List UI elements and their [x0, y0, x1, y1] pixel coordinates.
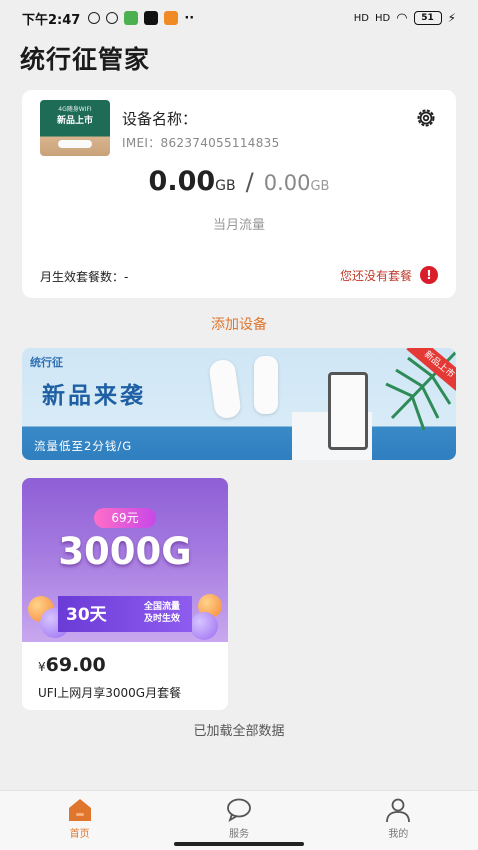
product-image: 69元 3000G 30天 全国流量 及时生效 [22, 478, 228, 642]
imei-value: 862374055114835 [160, 136, 280, 150]
dongle-image [208, 358, 242, 420]
charging-icon: ⚡ [447, 11, 456, 25]
thumb-line1: 4G随身WIFI [58, 106, 92, 113]
tab-service-label: 服务 [228, 829, 249, 840]
product-name: UFI上网月享3000G月套餐 [38, 686, 182, 700]
used-unit: GB [215, 178, 236, 194]
mute-icon [88, 12, 101, 24]
battery-icon: 51 [413, 11, 442, 25]
banner-logo: 统行征 [30, 356, 63, 369]
status-right: HD HD ◠ 51 ⚡ [354, 11, 456, 26]
days-text: 30天 [66, 605, 107, 625]
data-amount-text: 3000G [58, 530, 192, 573]
currency-symbol: ¥ [38, 660, 46, 674]
no-package-notice[interactable]: 您还没有套餐 ! [340, 266, 438, 284]
used-traffic: 0.00 [148, 166, 216, 197]
product-price: ¥69.00 [38, 654, 106, 676]
bottom-tab-bar: 首页 服务 我的 [0, 790, 478, 850]
promo-banner[interactable]: 统行征 新品来袭 新品上市 流量低至2分钱/G [22, 348, 456, 460]
imei-label: IMEI： [122, 136, 161, 150]
status-time: 下午2:47 [22, 12, 81, 28]
loaded-all-text: 已加载全部数据 [193, 724, 285, 739]
alarm-icon [106, 12, 119, 24]
device-imei: IMEI：862374055114835 [122, 134, 280, 151]
device-name-label: 设备名称： [122, 110, 198, 128]
download-app-icon [124, 11, 139, 25]
price-value: 69.00 [45, 654, 106, 676]
device-card[interactable]: 4G随身WIFI 新品上市 设备名称： IMEI：862374055114835… [22, 90, 456, 298]
decor-ball [190, 612, 218, 640]
signal-icon: HD [353, 12, 369, 24]
app-title: 统行征管家 [20, 45, 151, 74]
home-indicator[interactable] [174, 842, 304, 846]
product-card[interactable]: 69元 3000G 30天 全国流量 及时生效 ¥69.00 UFI上网月享30… [22, 478, 228, 710]
battery-level: 51 [421, 13, 434, 23]
notification-icons: ·· [88, 11, 194, 26]
thumb-line2: 新品上市 [56, 116, 93, 126]
cube-tag: 全国流量 及时生效 [134, 598, 190, 628]
package-count: 月生效套餐数：- [40, 270, 129, 284]
cube-tag-line2: 及时生效 [143, 614, 180, 624]
tab-home[interactable]: 首页 [0, 791, 159, 850]
settings-gear-icon[interactable] [414, 106, 438, 130]
month-traffic-label: 当月流量 [212, 218, 265, 233]
device-thumbnail: 4G随身WIFI 新品上市 [40, 100, 110, 156]
status-bar: 下午2:47 ·· HD HD ◠ 51 ⚡ [0, 0, 478, 36]
chat-icon [227, 798, 251, 822]
more-dots-icon: ·· [184, 10, 195, 26]
add-device-button[interactable]: 添加设备 [0, 314, 478, 334]
usb-stick-image [58, 140, 92, 148]
wifi-icon: ◠ [396, 10, 408, 26]
cube-tag-line1: 全国流量 [143, 602, 180, 612]
tab-home-label: 首页 [69, 829, 90, 840]
total-unit: GB [310, 179, 330, 194]
tab-mine[interactable]: 我的 [319, 791, 478, 850]
banner-subtitle: 流量低至2分钱/G [34, 439, 133, 453]
price-badge: 69元 [94, 508, 156, 528]
traffic-separator: / [245, 168, 254, 196]
banner-headline: 新品来袭 [42, 383, 146, 409]
total-traffic: 0.00 [263, 171, 311, 195]
tab-mine-label: 我的 [388, 829, 409, 840]
app-notification-icon [164, 11, 179, 25]
alert-icon: ! [420, 266, 438, 284]
tiktok-icon [144, 11, 159, 25]
dongle-image [254, 356, 278, 414]
home-icon [68, 799, 91, 821]
traffic-usage: 0.00GB/0.00GB [22, 166, 456, 197]
signal-icon-2: HD [374, 12, 391, 24]
person-icon [386, 798, 411, 823]
no-package-text: 您还没有套餐 [339, 268, 412, 283]
